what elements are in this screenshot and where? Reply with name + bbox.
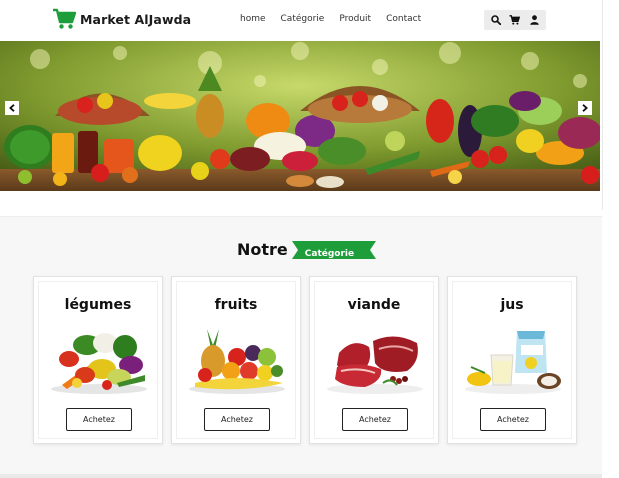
section-title-badge: Catégorie <box>291 240 376 259</box>
vegetables-image <box>51 333 147 394</box>
chevron-right-icon[interactable] <box>578 101 592 115</box>
buy-button-jus[interactable]: Achetez <box>480 408 546 431</box>
search-icon[interactable] <box>489 13 503 27</box>
shopping-cart-icon <box>53 8 76 29</box>
meat-image <box>327 336 423 394</box>
navbar: Market AlJawda home Catégorie Produit Co… <box>0 0 602 41</box>
nav-tools <box>484 10 546 30</box>
fruits-and-vegetables-banner <box>0 41 600 191</box>
category-card-legumes: légumes Achetez <box>33 276 163 444</box>
nav-link-categorie[interactable]: Catégorie <box>281 14 325 24</box>
category-card-jus: jus Achetez <box>447 276 577 444</box>
card-title: viande <box>347 297 401 313</box>
main-nav: home Catégorie Produit Contact <box>240 14 436 24</box>
user-icon[interactable] <box>527 13 541 27</box>
category-card-viande: viande Achetez <box>309 276 439 444</box>
chevron-left-icon[interactable] <box>5 101 19 115</box>
hero-carousel <box>0 41 600 191</box>
section-divider <box>0 474 602 478</box>
nav-link-home[interactable]: home <box>240 14 266 24</box>
card-title: fruits <box>214 297 258 313</box>
nav-link-produit[interactable]: Produit <box>339 14 371 24</box>
buy-button-viande[interactable]: Achetez <box>342 408 408 431</box>
nav-link-contact[interactable]: Contact <box>386 14 421 24</box>
card-title: légumes <box>64 297 132 313</box>
buy-button-fruits[interactable]: Achetez <box>204 408 270 431</box>
brand-logo[interactable]: Market AlJawda <box>52 8 191 30</box>
category-card-fruits: fruits Achetez <box>171 276 301 444</box>
brand-name: Market AlJawda <box>80 11 192 27</box>
page-edge <box>602 0 603 210</box>
cart-icon[interactable] <box>508 13 522 27</box>
juice-image <box>465 331 561 394</box>
section-title-word: Notre <box>237 240 288 259</box>
section-title: Notre Catégorie <box>237 240 376 259</box>
fruits-image <box>189 329 285 394</box>
card-title: jus <box>500 297 524 313</box>
buy-button-legumes[interactable]: Achetez <box>66 408 132 431</box>
